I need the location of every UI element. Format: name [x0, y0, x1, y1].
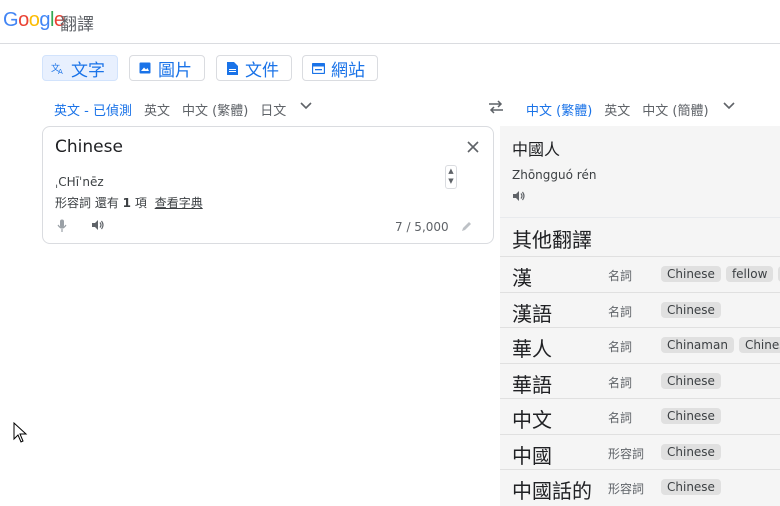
translation-row: 漢 名詞 Chinese fellow m [500, 256, 780, 291]
part-of-speech: 名詞 [608, 376, 633, 390]
part-of-speech: 名詞 [608, 269, 633, 283]
part-of-speech: 形容詞 [608, 482, 645, 496]
chevron-down-icon[interactable] [292, 96, 320, 116]
close-icon[interactable] [467, 137, 479, 158]
back-translation-chips: Chinese [661, 373, 726, 389]
logo-letter: o [18, 9, 29, 31]
tab-target-english[interactable]: 英文 [598, 96, 636, 127]
back-translation-chip[interactable]: fellow [725, 266, 774, 282]
romanization-text: Zhōngguó rén [512, 168, 597, 182]
translation-word: 漢語 [512, 302, 552, 326]
website-icon [311, 61, 325, 75]
translation-word: 中國話的 [512, 479, 592, 503]
mode-label: 文字 [71, 60, 105, 81]
translation-row: 中國話的 形容詞 Chinese [500, 469, 780, 504]
tab-source-japanese[interactable]: 日文 [254, 96, 292, 127]
mode-document-button[interactable]: 文件 [216, 55, 292, 81]
pos-suffix: 項 [134, 196, 147, 210]
back-translation-chips: Chinaman Chinese [661, 337, 780, 353]
mode-label: 圖片 [158, 60, 192, 81]
translation-word: 中國 [512, 444, 552, 468]
target-language-tabs: 中文 (繁體) 英文 中文 (簡體) [520, 96, 743, 129]
swap-languages-icon[interactable] [488, 100, 504, 118]
tab-detect-language[interactable]: 英文 - 已偵測 [48, 96, 138, 129]
mouse-pointer-icon [13, 421, 29, 448]
character-count: 7 / 5,000 [395, 220, 449, 234]
translation-row: 中國 形容詞 Chinese [500, 434, 780, 469]
pencil-icon[interactable] [461, 221, 472, 235]
chevron-down-icon[interactable] [715, 96, 743, 116]
source-text-panel: Chinese ▲ ▼ ˌCHīˈnēz 形容詞 還有 1 項 查看字典 7 / … [42, 126, 494, 244]
translation-word: 華人 [512, 337, 552, 361]
microphone-icon[interactable] [57, 219, 67, 237]
part-of-speech: 名詞 [608, 411, 633, 425]
logo-letter: G [3, 9, 19, 31]
translation-text: 中國人 [512, 140, 561, 159]
mode-label: 網站 [331, 60, 365, 81]
tab-target-chinese-traditional[interactable]: 中文 (繁體) [520, 96, 599, 129]
product-title: 翻譯 [60, 15, 94, 35]
back-translation-chips: Chinese [661, 408, 726, 424]
phonetic-transcription: ˌCHīˈnēz [55, 175, 104, 189]
mode-image-button[interactable]: 圖片 [129, 55, 205, 81]
part-of-speech: 名詞 [608, 305, 633, 319]
translation-word: 中文 [512, 408, 552, 432]
tab-source-english[interactable]: 英文 [138, 96, 176, 127]
document-icon [225, 61, 239, 75]
other-translations-panel: 其他翻譯 漢 名詞 Chinese fellow m 漢語 名詞 Chinese… [500, 218, 780, 506]
other-translations-title: 其他翻譯 [512, 228, 592, 252]
tab-source-chinese-traditional[interactable]: 中文 (繁體) [176, 96, 254, 127]
back-translation-chip[interactable]: Chinese [661, 373, 721, 389]
translation-row: 華人 名詞 Chinaman Chinese [500, 327, 780, 362]
part-of-speech: 形容詞 [608, 447, 645, 461]
back-translation-chip[interactable]: Chinaman [661, 337, 734, 353]
logo-letter: o [28, 9, 40, 31]
google-logo[interactable]: Google [3, 9, 65, 32]
back-translation-chip[interactable]: Chinese [661, 302, 721, 318]
back-translation-chip[interactable]: Chinese [661, 444, 721, 460]
tab-target-chinese-simplified[interactable]: 中文 (簡體) [636, 96, 714, 127]
translation-row: 華語 名詞 Chinese [500, 363, 780, 398]
logo-letter: g [39, 9, 50, 31]
back-translation-chips: Chinese [661, 479, 726, 495]
part-of-speech: 名詞 [608, 340, 633, 354]
back-translation-chips: Chinese [661, 444, 726, 460]
source-text-input[interactable]: Chinese [55, 137, 123, 157]
speaker-icon[interactable] [91, 219, 105, 235]
translation-word: 華語 [512, 373, 552, 397]
back-translation-chip[interactable]: Chinese [661, 266, 721, 282]
pos-prefix: 形容詞 還有 [55, 196, 119, 210]
back-translation-chip[interactable]: Chinese [738, 337, 780, 353]
mode-text-button[interactable]: 文A 文字 [42, 55, 118, 81]
pos-count: 1 [122, 196, 132, 210]
part-of-speech-summary: 形容詞 還有 1 項 查看字典 [55, 194, 203, 211]
mode-website-button[interactable]: 網站 [302, 55, 378, 81]
back-translation-chips: Chinese [661, 302, 726, 318]
translation-row: 漢語 名詞 Chinese [500, 292, 780, 327]
back-translation-chip[interactable]: Chinese [661, 408, 721, 424]
view-dictionary-link[interactable]: 查看字典 [155, 196, 203, 210]
source-language-tabs: 英文 - 已偵測 英文 中文 (繁體) 日文 [48, 96, 320, 129]
translation-word: 漢 [512, 266, 532, 290]
svg-text:A: A [58, 68, 63, 75]
top-bar: Google 翻譯 [0, 0, 780, 44]
translation-row: 中文 名詞 Chinese [500, 398, 780, 433]
mode-label: 文件 [245, 60, 279, 81]
back-translation-chips: Chinese fellow m [661, 266, 780, 282]
scrollbar[interactable]: ▲ ▼ [445, 165, 457, 189]
image-icon [138, 61, 152, 75]
translate-icon: 文A [51, 61, 65, 75]
translation-output-panel: 中國人 Zhōngguó rén [500, 126, 780, 218]
speaker-icon[interactable] [512, 190, 526, 206]
back-translation-chip[interactable]: Chinese [661, 479, 721, 495]
